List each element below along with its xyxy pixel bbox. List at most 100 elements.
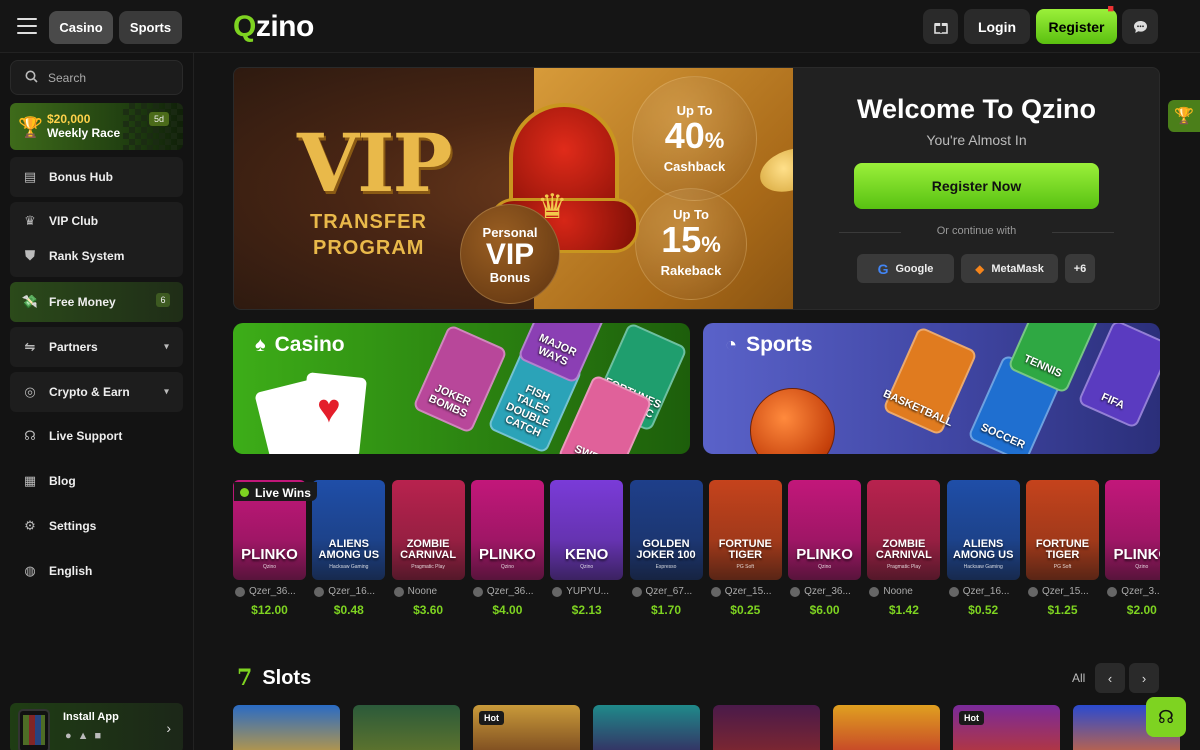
slot-game-card[interactable]: Hot xyxy=(953,705,1060,750)
settings-label: Settings xyxy=(49,519,97,533)
sidebar-item-rank-system[interactable]: ⛊ Rank System xyxy=(22,246,124,266)
game-thumbnail[interactable]: PLINKOQzino xyxy=(470,480,544,580)
avatar xyxy=(314,586,325,597)
live-win-item[interactable]: PLINKO Qzino Qzer_36... $6.00 xyxy=(788,480,862,620)
slots-prev-button[interactable]: ‹ xyxy=(1095,663,1125,693)
sidebar: Search 🏆 $20,000 Weekly Race 5d ▤ Bonus H… xyxy=(0,53,194,750)
slots-next-button[interactable]: › xyxy=(1129,663,1159,693)
game-thumbnail[interactable]: PLINKOQzino xyxy=(1105,480,1160,580)
live-win-item[interactable]: ZOMBIE CARNIVAL Pragmatic Play Noone $3.60 xyxy=(391,480,465,620)
metamask-login-button[interactable]: ◆ MetaMask xyxy=(961,254,1058,283)
tab-casino[interactable]: Casino xyxy=(49,11,113,44)
live-win-item[interactable]: KENO Qzino YUPYU... $2.13 xyxy=(550,480,624,620)
welcome-subtitle: You're Almost In xyxy=(926,132,1027,148)
free-money-count-badge: 6 xyxy=(156,293,170,307)
weekly-race-banner[interactable]: 🏆 $20,000 Weekly Race 5d xyxy=(10,103,183,150)
avatar xyxy=(710,586,721,597)
phone-image xyxy=(18,709,50,750)
sidebar-item-live-support[interactable]: ☊ Live Support xyxy=(22,426,122,446)
sports-category-tile[interactable]: ◔ Sports BASKETBALL SOCCER TENNIS FIFA xyxy=(703,323,1160,454)
trophy-icon: 🏆 xyxy=(18,117,43,139)
sidebar-item-bonus-hub[interactable]: ▤ Bonus Hub xyxy=(10,157,183,197)
live-win-item[interactable]: ALIENS AMONG US Hacksaw Gaming Qzer_16... $… xyxy=(312,480,386,620)
checker-flag-decoration xyxy=(123,103,183,150)
headset-icon: ☊ xyxy=(1158,706,1174,727)
free-money-label: Free Money xyxy=(49,295,116,309)
username-text: Qzer_15... xyxy=(1042,586,1089,597)
slots-all-link[interactable]: All xyxy=(1072,671,1085,685)
install-app-banner[interactable]: Install App ●▲■ › xyxy=(10,703,183,750)
slots-title-text: Slots xyxy=(262,666,312,689)
live-win-item[interactable]: FORTUNE TIGER PG Soft Qzer_15... $1.25 xyxy=(1026,480,1099,620)
personal-bonus-label: Bonus xyxy=(489,270,531,285)
sidebar-item-language[interactable]: ◍ English xyxy=(22,561,92,581)
login-button[interactable]: Login xyxy=(964,9,1030,44)
menu-icon[interactable] xyxy=(17,18,37,34)
transfer-text: TRANSFER xyxy=(310,211,427,233)
game-thumbnail[interactable]: ALIENS AMONG US Hacksaw Gaming xyxy=(946,480,1020,580)
vip-transfer-banner[interactable]: VIP TRANSFER PROGRAM Up To 40% Cashback … xyxy=(234,68,793,309)
game-name: GOLDEN JOKER 100 xyxy=(636,538,696,561)
chat-button[interactable] xyxy=(1122,9,1158,44)
game-thumbnail[interactable]: ZOMBIE CARNIVAL Pragmatic Play xyxy=(867,480,941,580)
sidebar-group-vip: ♛ VIP Club ⛊ Rank System xyxy=(10,202,183,277)
live-win-item[interactable]: PLINKO Qzino Qzer_36... $4.00 xyxy=(470,480,544,620)
partners-label: Partners xyxy=(49,340,98,354)
platform-icons: ●▲■ xyxy=(65,730,108,742)
winner-username: Qzer_67... xyxy=(631,586,692,597)
sidebar-item-crypto-earn[interactable]: ◎ Crypto & Earn ▾ xyxy=(10,372,183,412)
race-trophy-tab[interactable]: 🏆 xyxy=(1168,100,1200,132)
live-win-item[interactable]: PLINKO Qzino Qzer_36... $12.00 xyxy=(233,480,306,620)
sidebar-item-vip-club[interactable]: ♛ VIP Club xyxy=(22,211,98,231)
game-name: ZOMBIE CARNIVAL xyxy=(875,538,932,561)
sidebar-item-free-money[interactable]: 💸 Free Money 6 xyxy=(10,282,183,322)
game-thumbnail[interactable]: GOLDEN JOKER 100 Espresso xyxy=(629,480,703,580)
crown-icon: ♛ xyxy=(24,213,36,228)
slot-game-card[interactable]: Hot xyxy=(473,705,580,750)
game-thumbnail[interactable]: FORTUNE TIGER PG Soft xyxy=(1026,480,1099,580)
game-thumbnail[interactable]: ZOMBIE CARNIVAL Pragmatic Play xyxy=(391,480,465,580)
sidebar-item-partners[interactable]: ⇋ Partners ▾ xyxy=(10,327,183,367)
live-win-item[interactable]: ALIENS AMONG US Hacksaw Gaming Qzer_16... $… xyxy=(946,480,1020,620)
game-thumbnail[interactable]: KENO Qzino xyxy=(550,480,624,580)
avatar xyxy=(1028,586,1038,597)
tab-sports[interactable]: Sports xyxy=(119,11,182,44)
live-win-item[interactable]: ZOMBIE CARNIVAL Pragmatic Play Noone $1.42 xyxy=(867,480,941,620)
slot-game-card[interactable] xyxy=(713,705,820,750)
winner-username: Noone xyxy=(869,586,913,597)
username-text: YUPYU... xyxy=(566,586,609,597)
google-icon: G xyxy=(877,260,889,277)
game-provider: Qzino xyxy=(580,564,594,570)
game-thumbnail[interactable]: PLINKOQzino xyxy=(788,480,862,580)
basketball-icon: ◔ xyxy=(725,333,738,356)
register-button[interactable]: Register ■ xyxy=(1036,3,1117,44)
heart-icon: ♥ xyxy=(317,387,341,431)
avatar xyxy=(235,586,245,597)
search-input[interactable]: Search xyxy=(10,60,183,95)
more-logins-button[interactable]: +6 xyxy=(1065,254,1095,283)
metamask-icon: ◆ xyxy=(975,261,985,276)
live-win-item[interactable]: PLINKOQzino Qzer_3... $2.00 xyxy=(1105,480,1160,620)
gift-button[interactable] xyxy=(923,9,958,44)
register-now-button[interactable]: Register Now xyxy=(854,163,1099,209)
sidebar-item-blog[interactable]: ▦ Blog xyxy=(22,471,76,491)
live-win-item[interactable]: GOLDEN JOKER 100 Espresso Qzer_67... $1.70 xyxy=(629,480,703,620)
casino-category-tile[interactable]: ♠ Casino ♥ JOKER BOMBS FISH TALES DOUBLE … xyxy=(233,323,690,454)
game-thumbnail[interactable]: ALIENS AMONG US Hacksaw Gaming xyxy=(312,480,386,580)
logo[interactable]: Qzino xyxy=(233,10,314,44)
username-text: Qzer_36... xyxy=(486,586,534,597)
username-text: Noone xyxy=(883,586,913,597)
live-win-item[interactable]: FORTUNE TIGER PG Soft Qzer_15... $0.25 xyxy=(708,480,782,620)
winner-username: Qzer_36... xyxy=(235,586,296,597)
chevron-right-icon: › xyxy=(166,720,171,736)
sidebar-item-settings[interactable]: ⚙ Settings xyxy=(22,516,96,536)
slot-game-card[interactable] xyxy=(233,705,340,750)
live-support-button[interactable]: ☊ xyxy=(1146,697,1186,737)
slot-game-card[interactable] xyxy=(353,705,460,750)
coins-icon: ◎ xyxy=(24,384,36,399)
chevron-down-icon: ▾ xyxy=(163,386,169,398)
slot-game-card[interactable] xyxy=(833,705,940,750)
google-login-button[interactable]: G Google xyxy=(857,254,954,283)
game-thumbnail[interactable]: FORTUNE TIGER PG Soft xyxy=(708,480,782,580)
slot-game-card[interactable] xyxy=(593,705,700,750)
